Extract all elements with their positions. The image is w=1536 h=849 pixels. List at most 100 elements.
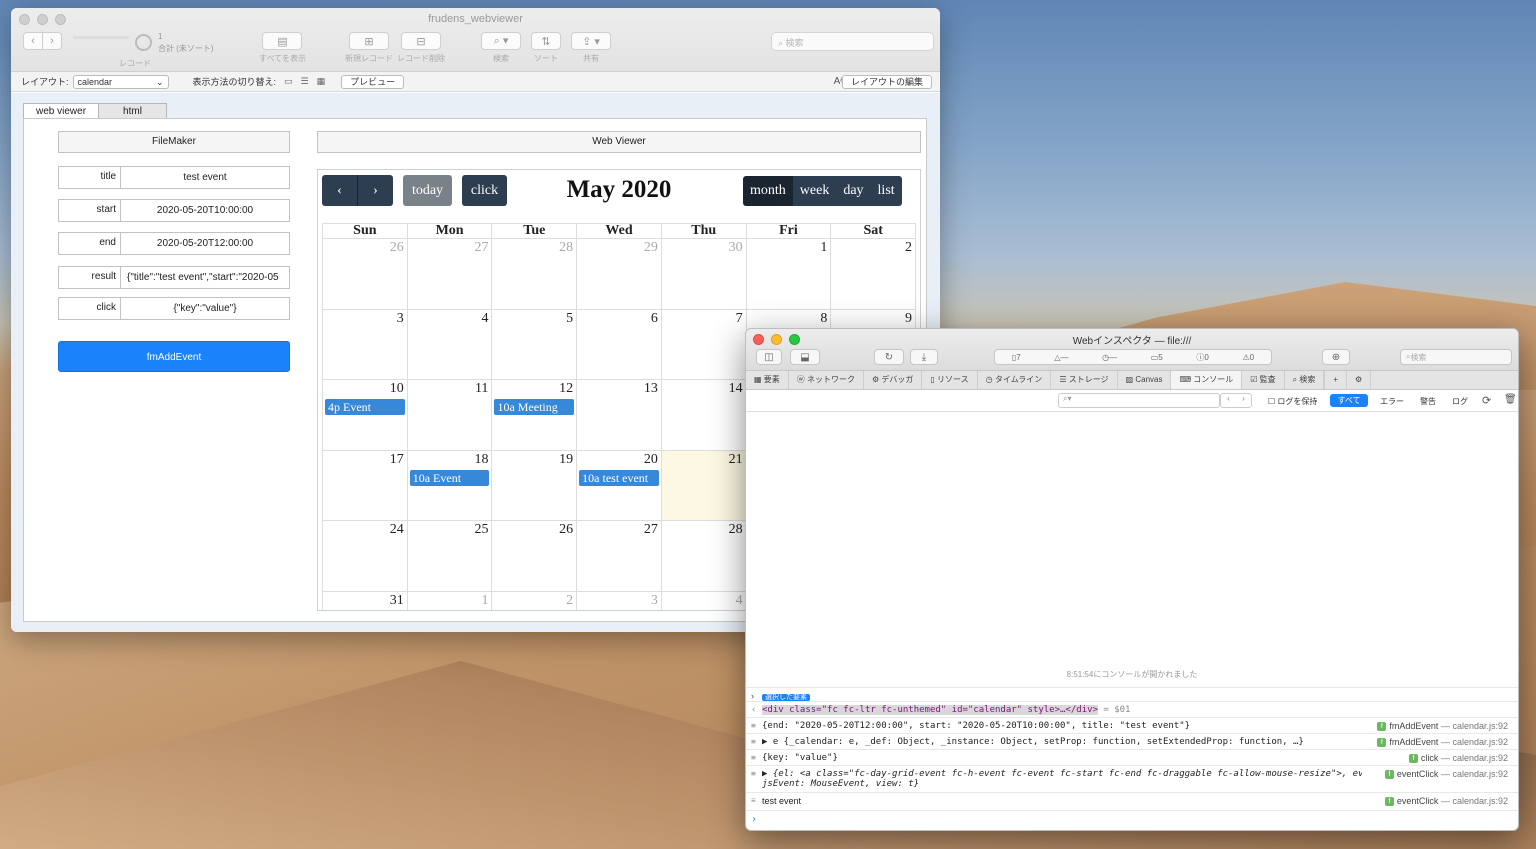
record-slider[interactable] — [73, 36, 129, 39]
day-number[interactable]: 27 — [644, 522, 658, 538]
share-tool[interactable]: ⇪ ▾ 共有 — [571, 32, 611, 64]
day-cell[interactable]: 24 — [323, 521, 408, 591]
tab-audit[interactable]: ☑ 監査 — [1242, 371, 1285, 389]
console-input[interactable]: › — [746, 810, 1518, 830]
console-output-row[interactable]: ≡ test event f eventClick — calendar.js:9… — [746, 792, 1518, 810]
day-cell[interactable]: 25 — [408, 521, 493, 591]
fm-add-event-button[interactable]: fmAddEvent — [58, 341, 290, 372]
field-value[interactable]: test event — [121, 167, 289, 188]
layout-select[interactable]: calendar ⌄ — [72, 74, 169, 89]
prev-record-button[interactable]: ‹ — [23, 32, 43, 50]
day-cell[interactable]: 29 — [577, 239, 662, 309]
day-number[interactable]: 17 — [390, 452, 404, 468]
day-number[interactable]: 26 — [390, 240, 404, 256]
chevron-left-icon[interactable]: ‹ — [1227, 394, 1230, 407]
share-button[interactable]: ⇪ ▾ — [571, 32, 611, 50]
show-all-tool[interactable]: ▤ すべてを表示 — [259, 32, 306, 64]
title-field[interactable]: title test event — [58, 166, 290, 189]
result-field[interactable]: result {"title":"test event","start":"202… — [58, 266, 290, 289]
console-source[interactable]: f eventClick — calendar.js:92 — [1384, 769, 1508, 780]
day-cell[interactable]: 3 — [323, 309, 408, 379]
console-source[interactable]: f click — calendar.js:92 — [1408, 753, 1508, 764]
day-cell[interactable]: 4 — [662, 591, 747, 610]
trash-icon[interactable]: 🗑 — [1504, 394, 1517, 405]
tab-html[interactable]: html — [98, 103, 167, 119]
day-cell[interactable]: 6 — [577, 309, 662, 379]
table-view-icon[interactable]: ▦ — [317, 76, 326, 87]
day-cell[interactable]: 30 — [662, 239, 747, 309]
delete-record-tool[interactable]: ⊟ レコード削除 — [397, 32, 445, 64]
find-tool[interactable]: ⌕ ▾ 検索 — [481, 32, 521, 64]
console-output-row[interactable]: ≡ {end: "2020-05-20T12:00:00", start: "2… — [746, 717, 1518, 733]
day-number[interactable]: 21 — [729, 452, 743, 468]
console-output-row[interactable]: ≡ {key: "value"} f click — calendar.js:92 — [746, 749, 1518, 765]
inspector-search-input[interactable]: ⌕ 検索 — [1400, 349, 1512, 365]
find-button[interactable]: ⌕ ▾ — [481, 32, 521, 50]
new-record-button[interactable]: ⊞ — [349, 32, 389, 50]
console-source[interactable]: f fmAddEvent — calendar.js:92 — [1377, 737, 1508, 748]
tab-resources[interactable]: ▯ リソース — [922, 371, 978, 389]
day-cell[interactable]: 27 — [577, 521, 662, 591]
filter-warnings[interactable]: 警告 — [1420, 396, 1436, 407]
day-number[interactable]: 7 — [736, 311, 743, 327]
field-value[interactable]: {"key":"value"} — [121, 298, 289, 319]
day-number[interactable]: 1 — [820, 240, 827, 256]
day-number[interactable]: 5 — [566, 311, 573, 327]
reload-button[interactable]: ↻ — [874, 349, 904, 365]
tab-elements[interactable]: ▦ 要素 — [746, 371, 789, 389]
chevron-right-icon[interactable]: › — [1242, 394, 1245, 407]
day-number[interactable]: 6 — [651, 311, 658, 327]
tab-debugger[interactable]: ⚙ デバッガ — [864, 371, 923, 389]
list-view-icon[interactable]: ☰ — [301, 76, 309, 87]
view-day-button[interactable]: day — [836, 176, 871, 206]
start-field[interactable]: start 2020-05-20T10:00:00 — [58, 199, 290, 222]
day-number[interactable]: 2 — [905, 240, 912, 256]
day-number[interactable]: 9 — [905, 311, 912, 327]
day-number[interactable]: 4 — [736, 593, 743, 609]
end-field[interactable]: end 2020-05-20T12:00:00 — [58, 232, 290, 255]
dock-side-button[interactable]: ◫ — [756, 349, 782, 365]
show-all-button[interactable]: ▤ — [262, 32, 303, 50]
day-number[interactable]: 29 — [644, 240, 658, 256]
day-number[interactable]: 27 — [474, 240, 488, 256]
day-number[interactable]: 4 — [481, 311, 488, 327]
day-number[interactable]: 10 — [390, 381, 404, 397]
day-cell[interactable]: 1 — [747, 239, 832, 309]
day-cell[interactable]: 4 — [408, 309, 493, 379]
toolbar-search-input[interactable]: ⌕ 検索 — [771, 32, 934, 51]
inspect-target-button[interactable]: ⊕ — [1322, 349, 1350, 365]
day-cell[interactable]: 21 — [661, 450, 747, 520]
tab-canvas[interactable]: ▨ Canvas — [1118, 371, 1172, 389]
view-week-button[interactable]: week — [792, 176, 837, 206]
settings-button[interactable]: ⚙ — [1347, 371, 1372, 389]
view-list-button[interactable]: list — [870, 176, 902, 206]
day-number[interactable]: 13 — [644, 381, 658, 397]
console-filter-input[interactable]: ⌕▾ — [1058, 393, 1220, 408]
dock-bottom-button[interactable]: ⬓ — [790, 349, 820, 365]
day-number[interactable]: 19 — [559, 452, 573, 468]
day-number[interactable]: 11 — [475, 381, 488, 397]
new-record-tool[interactable]: ⊞ 新規レコード — [345, 32, 393, 64]
day-number[interactable]: 26 — [559, 522, 573, 538]
day-cell[interactable]: 5 — [492, 309, 578, 379]
tab-web-viewer[interactable]: web viewer — [23, 103, 100, 119]
delete-record-button[interactable]: ⊟ — [401, 32, 441, 50]
filter-all[interactable]: すべて — [1330, 394, 1368, 407]
day-cell[interactable]: 27 — [408, 239, 493, 309]
day-number[interactable]: 25 — [474, 522, 488, 538]
day-number[interactable]: 18 — [474, 452, 488, 468]
day-number[interactable]: 2 — [566, 593, 573, 609]
tab-timeline[interactable]: ◷ タイムライン — [978, 371, 1052, 389]
day-number[interactable]: 12 — [559, 381, 573, 397]
view-month-button[interactable]: month — [743, 176, 793, 206]
add-tab-button[interactable]: + — [1324, 371, 1348, 389]
next-record-button[interactable]: › — [42, 32, 62, 50]
day-cell[interactable]: 18 10a Event — [408, 450, 493, 520]
download-button[interactable]: ⤓ — [910, 349, 938, 365]
tab-console[interactable]: ⌨ コンソール — [1171, 371, 1243, 389]
day-cell[interactable]: 13 — [577, 380, 662, 450]
day-cell[interactable]: 11 — [408, 380, 493, 450]
console-output-row[interactable]: ≡ ▶ e {_calendar: e, _def: Object, _inst… — [746, 733, 1518, 749]
form-view-icon[interactable]: ▭ — [284, 76, 293, 87]
day-cell[interactable]: 2 — [831, 239, 917, 309]
